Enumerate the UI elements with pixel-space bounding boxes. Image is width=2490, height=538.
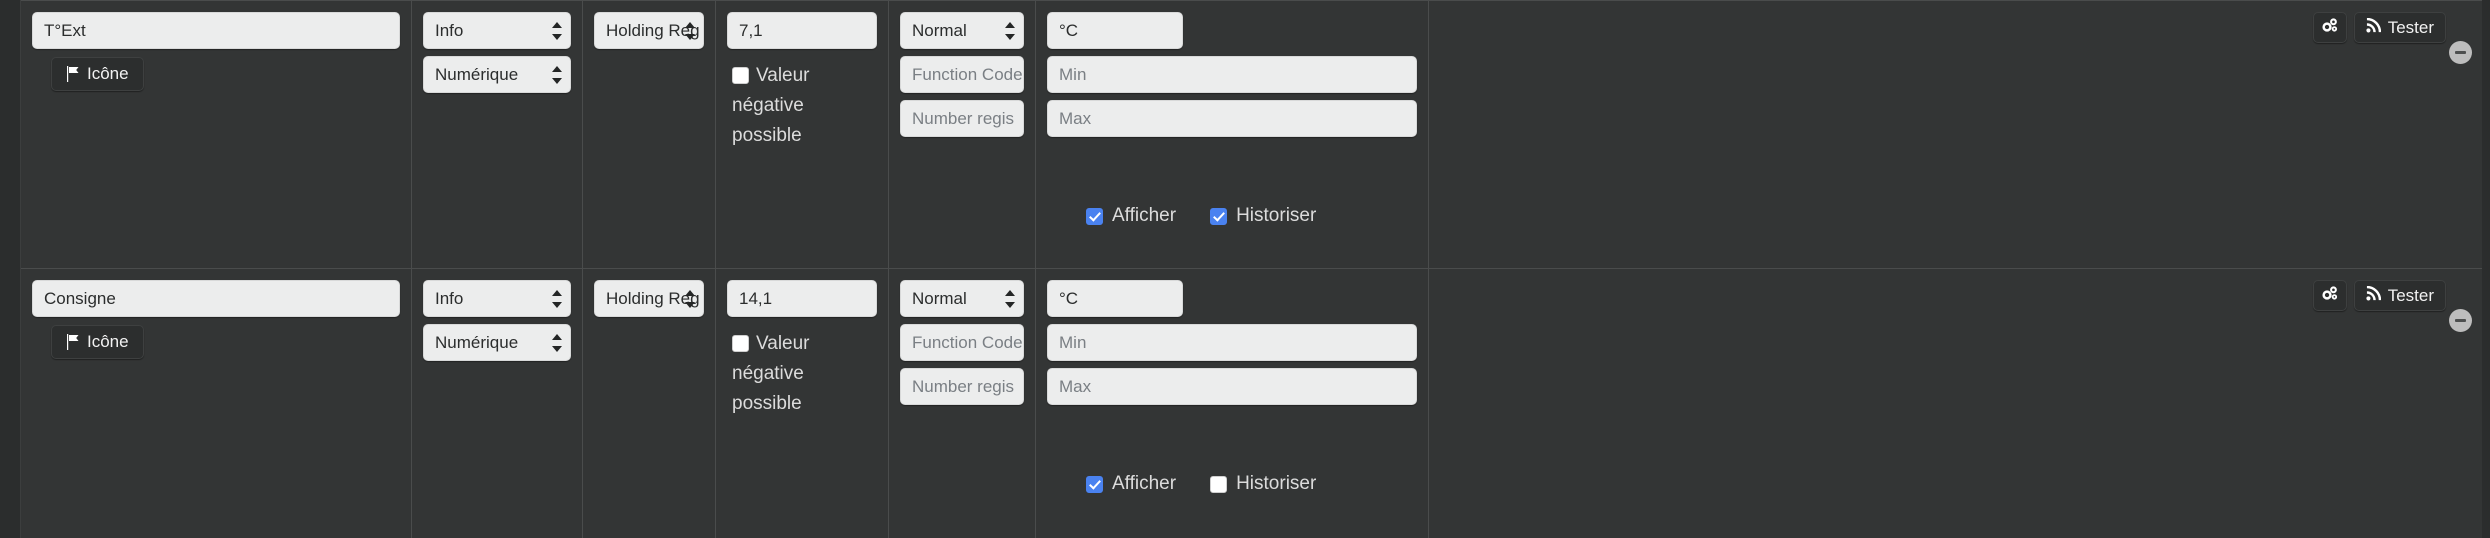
register-type-select[interactable]: Holding Reg [594, 280, 704, 317]
cell-unit: °C Min Max Afficher Historiser [1036, 1, 1429, 268]
unit-input[interactable]: °C [1047, 12, 1183, 49]
cell-value: 14,1 Valeur négative possible [716, 269, 889, 538]
icon-picker-label: Icône [87, 332, 129, 351]
tester-button[interactable]: Tester [2353, 280, 2446, 311]
min-input[interactable]: Min [1047, 324, 1417, 361]
negative-value-checkbox[interactable] [732, 67, 749, 84]
chevron-updown-icon [552, 333, 562, 353]
chevron-updown-icon [552, 21, 562, 41]
historize-label: Historiser [1236, 473, 1317, 494]
command-table-panel: T°Ext Icône Info Numérique Holding Reg 7… [0, 0, 2490, 538]
cell-register: Holding Reg [583, 269, 716, 538]
command-subtype-select[interactable]: Numérique [423, 56, 571, 93]
cell-type: Info Numérique [412, 1, 583, 268]
command-type-value: Info [435, 21, 464, 40]
function-code-input[interactable]: Function Code [900, 324, 1024, 361]
icon-picker-label: Icône [87, 64, 129, 83]
show-checkbox[interactable] [1086, 207, 1103, 225]
negative-value-option[interactable]: Valeur négative possible [727, 61, 852, 151]
endianness-value: Normal [912, 21, 967, 40]
cell-register: Holding Reg [583, 1, 716, 268]
command-type-select[interactable]: Info [423, 12, 571, 49]
chevron-updown-icon [685, 21, 695, 41]
cell-type: Info Numérique [412, 269, 583, 538]
max-input[interactable]: Max [1047, 368, 1417, 405]
min-input[interactable]: Min [1047, 56, 1417, 93]
endianness-value: Normal [912, 289, 967, 308]
show-label: Afficher [1112, 473, 1177, 494]
icon-picker-button[interactable]: Icône [51, 57, 144, 91]
icon-picker-button[interactable]: Icône [51, 325, 144, 359]
unit-input[interactable]: °C [1047, 280, 1183, 317]
cell-name: Consigne Icône [21, 269, 412, 538]
command-name-input[interactable]: Consigne [32, 280, 400, 317]
left-gutter [0, 0, 21, 538]
display-options: Afficher Historiser [1086, 205, 1316, 227]
number-register-input[interactable]: Number regis [900, 368, 1024, 405]
historize-label: Historiser [1236, 205, 1317, 226]
tester-button[interactable]: Tester [2353, 12, 2446, 43]
historize-option[interactable]: Historiser [1210, 473, 1316, 495]
cell-actions: Tester [1429, 1, 2482, 268]
cell-value: 7,1 Valeur négative possible [716, 1, 889, 268]
command-type-select[interactable]: Info [423, 280, 571, 317]
function-code-input[interactable]: Function Code [900, 56, 1024, 93]
endianness-select[interactable]: Normal [900, 280, 1024, 317]
chevron-updown-icon [685, 289, 695, 309]
register-type-select[interactable]: Holding Reg [594, 12, 704, 49]
cell-unit: °C Min Max Afficher Historiser [1036, 269, 1429, 538]
command-settings-button[interactable] [2312, 280, 2347, 311]
command-type-value: Info [435, 289, 464, 308]
max-input[interactable]: Max [1047, 100, 1417, 137]
tester-label: Tester [2387, 17, 2434, 37]
command-value-input[interactable]: 14,1 [727, 280, 877, 317]
endianness-select[interactable]: Normal [900, 12, 1024, 49]
command-subtype-select[interactable]: Numérique [423, 324, 571, 361]
chevron-updown-icon [1005, 21, 1015, 41]
negative-value-option[interactable]: Valeur négative possible [727, 329, 852, 419]
flag-icon [66, 66, 80, 82]
negative-value-checkbox[interactable] [732, 335, 749, 352]
display-options: Afficher Historiser [1086, 473, 1316, 495]
flag-icon [66, 334, 80, 350]
command-table: T°Ext Icône Info Numérique Holding Reg 7… [21, 0, 2482, 538]
table-row: Consigne Icône Info Numérique Holding Re… [21, 268, 2482, 538]
table-row: T°Ext Icône Info Numérique Holding Reg 7… [21, 0, 2482, 268]
cell-modbus-config: Normal Function Code Number regis [889, 1, 1036, 268]
remove-command-button[interactable] [2449, 41, 2472, 64]
command-subtype-value: Numérique [435, 65, 519, 84]
number-register-input[interactable]: Number regis [900, 100, 1024, 137]
historize-checkbox[interactable] [1210, 475, 1228, 493]
chevron-updown-icon [552, 289, 562, 309]
gears-icon [2321, 17, 2338, 39]
chevron-updown-icon [1005, 289, 1015, 309]
signal-icon [2366, 285, 2381, 306]
cell-name: T°Ext Icône [21, 1, 412, 268]
show-option[interactable]: Afficher [1086, 473, 1176, 495]
cell-actions: Tester [1429, 269, 2482, 538]
tester-label: Tester [2387, 285, 2434, 305]
signal-icon [2366, 17, 2381, 38]
show-option[interactable]: Afficher [1086, 205, 1176, 227]
chevron-updown-icon [552, 65, 562, 85]
gears-icon [2321, 285, 2338, 307]
cell-modbus-config: Normal Function Code Number regis [889, 269, 1036, 538]
historize-option[interactable]: Historiser [1210, 205, 1316, 227]
right-gutter [2482, 0, 2490, 538]
show-label: Afficher [1112, 205, 1177, 226]
command-name-input[interactable]: T°Ext [32, 12, 400, 49]
command-value-input[interactable]: 7,1 [727, 12, 877, 49]
command-subtype-value: Numérique [435, 333, 519, 352]
command-settings-button[interactable] [2312, 12, 2347, 43]
show-checkbox[interactable] [1086, 475, 1103, 493]
remove-command-button[interactable] [2449, 309, 2472, 332]
historize-checkbox[interactable] [1210, 207, 1228, 225]
